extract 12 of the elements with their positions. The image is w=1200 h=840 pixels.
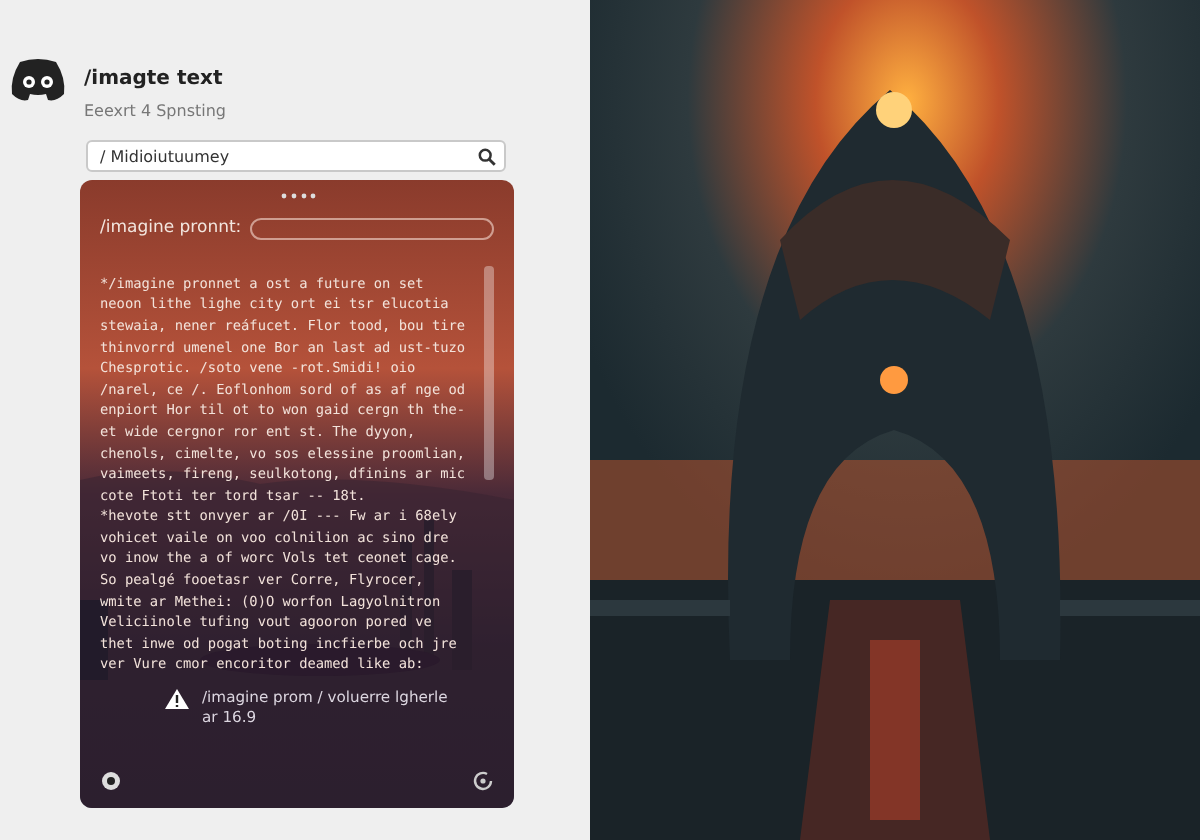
drag-handle[interactable] — [279, 192, 315, 200]
search-field[interactable]: / Midioiutuumey — [86, 140, 506, 172]
search-icon[interactable] — [478, 147, 496, 165]
channel-title: /imagte text — [84, 66, 225, 94]
scrollbar[interactable] — [484, 265, 494, 480]
refresh-icon[interactable] — [472, 770, 494, 792]
settings-icon[interactable] — [100, 770, 122, 792]
channel-subtitle: Eeexrt 4 Spnsting — [84, 100, 226, 124]
prompt-label: /imagine pronnt: — [100, 216, 242, 242]
warning-icon — [164, 688, 190, 711]
game-controller-logo-icon — [8, 56, 68, 104]
prompt-field[interactable] — [249, 217, 494, 240]
